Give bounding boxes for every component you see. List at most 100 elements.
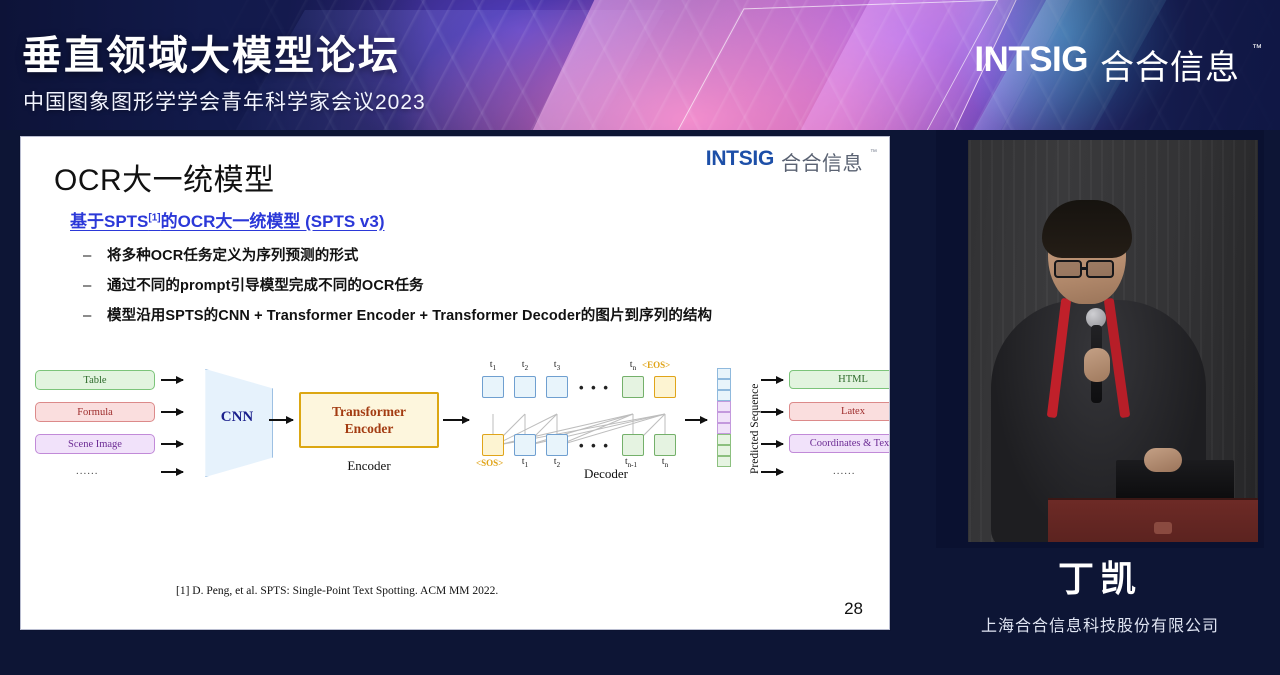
decoder-bottom-ellipsis: • • • (579, 438, 610, 453)
bullet-text: 模型沿用SPTS的CNN + Transformer Encoder + Tra… (107, 308, 713, 324)
architecture-diagram: Table Formula Scene Image ...... CNN Tra… (21, 360, 889, 507)
decoder-bottom-token-sos (482, 434, 504, 456)
subtitle-superscript: [1] (148, 212, 161, 224)
bullet-item: – 将多种OCR任务定义为序列预测的形式 (83, 247, 843, 265)
sequence-cell (717, 445, 731, 456)
bullet-text: 通过不同的prompt引导模型完成不同的OCR任务 (107, 278, 424, 294)
video-left-letterbox (936, 130, 968, 548)
slide-trademark-icon: ™ (870, 149, 877, 156)
sequence-cell (717, 412, 731, 423)
decoder-top-token-eos (654, 376, 676, 398)
arrow-decoder-to-sequence-icon (685, 415, 708, 424)
sequence-cell (717, 379, 731, 390)
video-top-letterbox (936, 130, 1264, 140)
arrow-encoder-to-decoder-icon (443, 415, 470, 424)
input-box-scene-image: Scene Image (35, 434, 155, 454)
decoder-top-label-t3: t3 (553, 360, 561, 372)
brand-logo-chinese: 合合信息 (1100, 49, 1240, 87)
intsig-brand-logo: INTSIG 合合信息 ™ (974, 40, 1262, 89)
sequence-cell (717, 390, 731, 401)
arrow-input-formula-icon (161, 407, 184, 416)
sequence-cell (717, 368, 731, 379)
cnn-label: CNN (220, 409, 254, 425)
subtitle-prefix: 基于SPTS (70, 212, 149, 231)
decoder-top-token-2 (514, 376, 536, 398)
encoder-line-2: Encoder (344, 421, 394, 436)
decoder-sos-label: <SOS> (476, 458, 504, 468)
output-box-coordinates-texts: Coordinates & Texts (789, 434, 889, 453)
presentation-stage: 垂直领域大模型论坛 中国图象图形学学会青年科学家会议2023 INTSIG 合合… (0, 0, 1280, 675)
arrow-output-other-icon (761, 467, 784, 476)
arrow-input-scene-icon (161, 439, 184, 448)
bullet-dash-icon: – (83, 307, 92, 324)
video-bottom-letterbox (936, 542, 1264, 548)
slide-logo-english: INTSIG (705, 147, 775, 170)
video-right-letterbox (1258, 130, 1264, 548)
slide-canvas: INTSIG 合合信息 ™ OCR大一统模型 基于SPTS[1]的OCR大一统模… (20, 136, 890, 630)
video-frame (936, 130, 1264, 548)
decoder-top-label-t1: t1 (489, 360, 497, 372)
speaker-hair (1042, 200, 1132, 258)
arrow-input-table-icon (161, 375, 184, 384)
decoder-top-label-t2: t2 (521, 360, 529, 372)
bullet-text: 将多种OCR任务定义为序列预测的形式 (107, 248, 359, 264)
decoder-attention-lines (492, 413, 666, 447)
arrow-output-coords-icon (761, 439, 784, 448)
speaker-organization: 上海合合信息科技股份有限公司 (980, 618, 1219, 635)
sequence-cell (717, 456, 731, 467)
input-box-formula: Formula (35, 402, 155, 422)
predicted-sequence-label: Predicted Sequence (749, 383, 761, 474)
sequence-cell (717, 434, 731, 445)
decoder-top-ellipsis: • • • (579, 380, 610, 395)
encoder-line-1: Transformer (332, 404, 406, 419)
slide-footnote-reference: [1] D. Peng, et al. SPTS: Single-Point T… (176, 585, 499, 597)
arrow-output-latex-icon (761, 407, 784, 416)
decoder-bottom-token-2 (546, 434, 568, 456)
slide-subtitle: 基于SPTS[1]的OCR大一统模型 (SPTS v3) (70, 207, 385, 232)
slide-intsig-logo: INTSIG 合合信息 ™ (706, 147, 877, 176)
slide-logo-chinese: 合合信息 (781, 153, 863, 175)
slide-page-number: 28 (844, 599, 863, 618)
arrow-input-other-icon (161, 467, 184, 476)
predicted-sequence-strip (717, 368, 731, 467)
encoder-caption: Encoder (347, 458, 391, 473)
output-box-html: HTML (789, 370, 889, 389)
decoder-bottom-label-t1: t1 (521, 457, 529, 469)
bullet-dash-icon: – (83, 247, 92, 264)
decoder-bottom-token-n (654, 434, 676, 456)
input-box-table: Table (35, 370, 155, 390)
bullet-item: – 通过不同的prompt引导模型完成不同的OCR任务 (83, 277, 843, 295)
bullet-list: – 将多种OCR任务定义为序列预测的形式 – 通过不同的prompt引导模型完成… (83, 247, 843, 337)
arrow-cnn-to-encoder-icon (269, 415, 294, 424)
decoder-bottom-token-1 (514, 434, 536, 456)
decoder-caption: Decoder (583, 466, 629, 481)
transformer-encoder-box: Transformer Encoder (299, 392, 439, 448)
speaker-hand-holding-mic (1084, 348, 1110, 382)
glasses-bridge-icon (1082, 267, 1088, 270)
output-box-latex: Latex (789, 402, 889, 421)
bullet-dash-icon: – (83, 277, 92, 294)
slide-title: OCR大一统模型 (54, 164, 275, 197)
cnn-block: CNN (187, 362, 273, 484)
decoder-top-token-n (622, 376, 644, 398)
event-title: 垂直领域大模型论坛 (22, 34, 400, 78)
decoder-top-token-1 (482, 376, 504, 398)
subtitle-suffix: 的OCR大一统模型 (SPTS v3) (160, 212, 385, 231)
glasses-right-lens-icon (1086, 260, 1114, 278)
event-subtitle: 中国图象图形学学会青年科学家会议2023 (23, 91, 426, 114)
decoder-bottom-token-n-1 (622, 434, 644, 456)
sequence-cell (717, 401, 731, 412)
bullet-item: – 模型沿用SPTS的CNN + Transformer Encoder + T… (83, 307, 843, 325)
input-ellipsis: ...... (76, 465, 99, 477)
decoder-eos-label: <EOS> (642, 360, 671, 370)
speaker-video-panel (936, 130, 1264, 548)
brand-logo-english: INTSIG (974, 40, 1088, 79)
speaker-name: 丁凯 (1057, 558, 1142, 599)
output-ellipsis: ...... (833, 465, 856, 477)
podium-emblem (1154, 522, 1172, 534)
glasses-left-lens-icon (1054, 260, 1082, 278)
decoder-top-token-3 (546, 376, 568, 398)
trademark-icon: ™ (1252, 43, 1262, 54)
speaker-hand-on-laptop (1144, 448, 1182, 472)
arrow-output-html-icon (761, 375, 784, 384)
